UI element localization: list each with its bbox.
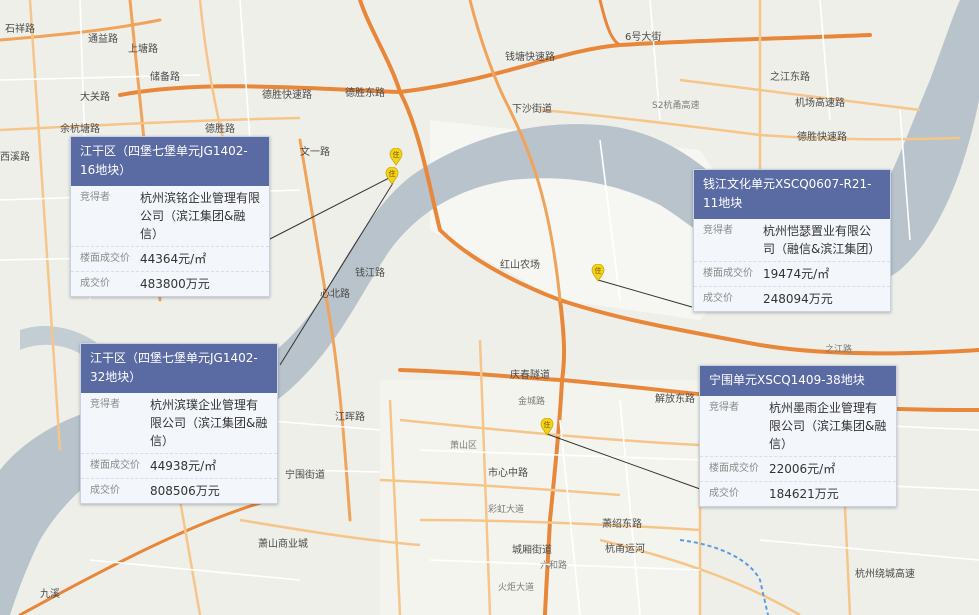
parcel-title: 钱江文化单元XSCQ0607-R21-11地块 [694,170,890,219]
floor-price-value: 44938元/㎡ [150,459,217,473]
parcel-info-card[interactable]: 江干区（四堡七堡单元JG1402-16地块） 竞得者 杭州滨铭企业管理有限公司（滨… [70,136,270,297]
svg-text:石祥路: 石祥路 [5,22,35,35]
total-price-value: 184621万元 [769,487,839,501]
parcel-info-card[interactable]: 钱江文化单元XSCQ0607-R21-11地块 竞得者 杭州恺瑟置业有限公司（融信… [693,169,891,312]
winner-value: 杭州墨雨企业管理有限公司（滨江集团&融信） [769,401,887,451]
total-price-value: 483800万元 [140,277,210,291]
svg-text:杭州绕城高速: 杭州绕城高速 [855,567,915,580]
total-price-value: 808506万元 [150,484,220,498]
total-price-label: 成交价 [703,293,733,304]
parcel-info-card[interactable]: 江干区（四堡七堡单元JG1402-32地块） 竞得者 杭州滨璞企业管理有限公司（滨… [80,343,278,504]
svg-text:彩虹大道: 彩虹大道 [488,503,524,515]
floor-price-value: 19474元/㎡ [763,267,830,281]
parcel-info-card[interactable]: 宁围单元XSCQ1409-38地块 竞得者 杭州墨雨企业管理有限公司（滨江集团&融… [699,365,897,507]
svg-text:杭甬运河: 杭甬运河 [605,542,645,555]
svg-text:德胜东路: 德胜东路 [345,86,385,99]
svg-text:萧山区: 萧山区 [450,439,477,451]
winner-value: 杭州滨璞企业管理有限公司（滨江集团&融信） [150,398,268,448]
land-parcel-pin[interactable]: 住 [540,417,554,436]
land-parcel-pin[interactable]: 住 [591,263,605,282]
svg-text:德胜快速路: 德胜快速路 [262,88,312,101]
svg-text:解放东路: 解放东路 [655,392,695,405]
svg-text:住: 住 [595,266,602,275]
svg-text:江晖路: 江晖路 [335,410,365,423]
svg-text:金城路: 金城路 [518,395,545,407]
svg-text:之江东路: 之江东路 [770,70,810,83]
parcel-title: 江干区（四堡七堡单元JG1402-16地块） [71,137,269,186]
parcel-title: 江干区（四堡七堡单元JG1402-32地块） [81,344,277,393]
floor-price-label: 楼面成交价 [80,253,130,264]
svg-text:火炬大道: 火炬大道 [498,581,534,593]
floor-price-label: 楼面成交价 [709,463,759,474]
floor-price-label: 楼面成交价 [703,268,753,279]
winner-value: 杭州恺瑟置业有限公司（融信&滨江集团） [763,224,881,256]
svg-text:通益路: 通益路 [88,32,118,45]
svg-text:西溪路: 西溪路 [0,150,30,163]
svg-text:市心中路: 市心中路 [488,466,528,479]
winner-value: 杭州滨铭企业管理有限公司（滨江集团&融信） [140,191,261,241]
svg-text:住: 住 [544,420,551,429]
svg-text:六和路: 六和路 [540,559,567,571]
floor-price-label: 楼面成交价 [90,460,140,471]
svg-text:钱江路: 钱江路 [355,266,385,279]
svg-text:下沙街道: 下沙街道 [512,102,552,115]
svg-text:住: 住 [393,150,400,159]
svg-text:大关路: 大关路 [80,90,110,103]
svg-text:宁围街道: 宁围街道 [285,468,325,481]
svg-text:庆春隧道: 庆春隧道 [510,368,550,381]
svg-text:九溪: 九溪 [40,588,60,600]
svg-text:上塘路: 上塘路 [128,42,158,55]
svg-text:德胜路: 德胜路 [205,122,235,135]
winner-label: 竞得者 [709,402,739,413]
svg-text:S2杭甬高速: S2杭甬高速 [652,99,699,111]
svg-text:萧绍东路: 萧绍东路 [602,517,642,530]
svg-text:机场高速路: 机场高速路 [795,96,845,109]
svg-text:住: 住 [389,169,396,178]
winner-label: 竞得者 [90,399,120,410]
winner-label: 竞得者 [703,225,733,236]
svg-text:城厢街道: 城厢街道 [512,543,552,556]
svg-text:之江路: 之江路 [825,343,852,355]
total-price-label: 成交价 [80,278,110,289]
land-parcel-pin[interactable]: 住 [389,147,403,166]
svg-text:萧山商业城: 萧山商业城 [258,537,308,550]
svg-text:德胜快速路: 德胜快速路 [797,130,847,143]
total-price-label: 成交价 [90,485,120,496]
svg-text:6号大街: 6号大街 [625,30,661,43]
winner-label: 竞得者 [80,192,110,203]
total-price-value: 248094万元 [763,292,833,306]
parcel-title: 宁围单元XSCQ1409-38地块 [700,366,896,396]
svg-text:钱塘快速路: 钱塘快速路 [505,50,555,63]
svg-text:储备路: 储备路 [150,70,180,83]
floor-price-value: 44364元/㎡ [140,252,207,266]
floor-price-value: 22006元/㎡ [769,462,836,476]
total-price-label: 成交价 [709,488,739,499]
svg-text:余杭塘路: 余杭塘路 [60,122,100,135]
svg-text:红山农场: 红山农场 [500,258,540,271]
land-parcel-pin[interactable]: 住 [385,166,399,185]
svg-text:文一路: 文一路 [300,145,330,158]
